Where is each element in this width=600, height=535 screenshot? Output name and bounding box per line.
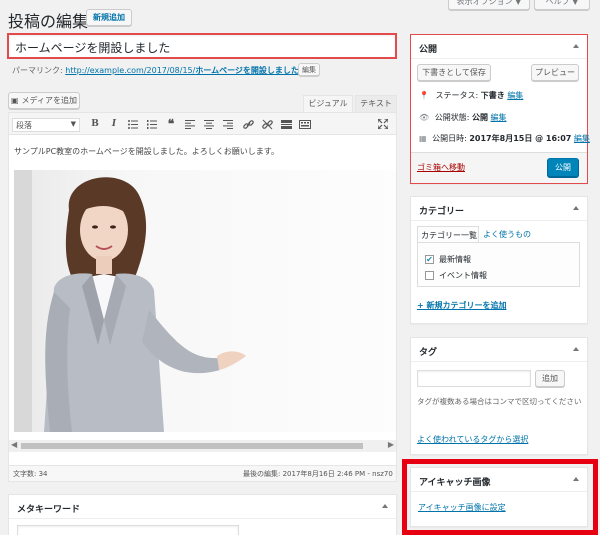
category-label: イベント情報 [439, 271, 487, 280]
align-left-icon[interactable] [183, 117, 197, 131]
editor-horizontal-scrollbar[interactable]: ◀ ▶ [9, 440, 396, 452]
scroll-thumb[interactable] [21, 443, 363, 449]
italic-icon[interactable]: I [107, 117, 121, 131]
meta-keywords-title[interactable]: メタキーワード [9, 495, 396, 519]
bullet-list-icon[interactable] [126, 117, 140, 131]
categories-title[interactable]: カテゴリー [411, 197, 587, 221]
date-value: 2017年8月15日 @ 16:07 [469, 134, 572, 143]
category-item[interactable]: イベント情報 [425, 270, 487, 281]
bold-icon[interactable]: B [88, 117, 102, 131]
collapse-icon[interactable] [382, 504, 388, 508]
preview-button[interactable]: プレビュー [531, 64, 579, 81]
meta-keywords-box: メタキーワード [8, 494, 397, 535]
category-label: 最新情報 [439, 255, 471, 264]
status-label: ステータス: [435, 91, 479, 100]
tab-text[interactable]: テキスト [355, 95, 397, 112]
media-icon: ▣ [10, 96, 19, 105]
add-media-label: メディアを追加 [21, 96, 77, 105]
collapse-icon[interactable] [573, 347, 579, 351]
align-center-icon[interactable] [202, 117, 216, 131]
category-tab-popular[interactable]: よく使うもの [483, 229, 531, 240]
featured-image-box: アイキャッチ画像 アイキャッチ画像に設定 [410, 467, 588, 527]
checkbox-unchecked[interactable] [425, 271, 434, 280]
featured-image-title[interactable]: アイキャッチ画像 [411, 468, 587, 492]
tags-title[interactable]: タグ [411, 338, 587, 362]
save-draft-button[interactable]: 下書きとして保存 [417, 64, 491, 81]
last-edited: 最後の編集: 2017年8月16日 2:46 PM - nsz70 [243, 470, 393, 478]
scroll-left-icon[interactable]: ◀ [11, 440, 17, 449]
add-tag-button[interactable]: 追加 [535, 370, 565, 387]
visibility-edit-link[interactable]: 編集 [491, 113, 507, 122]
date-edit-link[interactable]: 編集 [574, 134, 590, 143]
status-row: 📍 ステータス: 下書き 編集 [419, 90, 523, 101]
publish-title[interactable]: 公開 [411, 35, 587, 59]
collapse-icon[interactable] [573, 206, 579, 210]
format-select-value: 段落 [16, 121, 32, 130]
unlink-icon[interactable] [260, 117, 274, 131]
format-select[interactable]: 段落 ▼ [12, 118, 80, 132]
eye-icon: 👁 [419, 113, 430, 122]
permalink-label: パーマリンク: [12, 66, 63, 75]
align-right-icon[interactable] [221, 117, 235, 131]
tag-input[interactable] [417, 370, 531, 387]
collapse-icon[interactable] [573, 477, 579, 481]
status-value: 下書き [480, 91, 505, 100]
move-to-trash-link[interactable]: ゴミ箱へ移動 [417, 162, 465, 173]
collapse-icon[interactable] [573, 44, 579, 48]
page-title: 投稿の編集 [8, 12, 89, 31]
post-title-input[interactable]: ホームページを開設しました [7, 33, 397, 59]
blockquote-icon[interactable]: ❝ [164, 117, 178, 131]
date-label: 公開日時: [432, 134, 467, 143]
tab-visual[interactable]: ビジュアル [303, 95, 353, 112]
visibility-label: 公開状態: [434, 113, 470, 122]
meta-keywords-input[interactable] [17, 525, 239, 535]
post-image[interactable] [14, 170, 396, 432]
chevron-down-icon: ▼ [70, 120, 76, 128]
status-edit-link[interactable]: 編集 [507, 91, 523, 100]
category-tab-all[interactable]: カテゴリー一覧 [417, 226, 479, 243]
visibility-value: 公開 [471, 113, 488, 122]
toolbar-toggle-icon[interactable] [298, 117, 312, 131]
add-new-category-link[interactable]: + 新規カテゴリーを追加 [417, 300, 507, 311]
word-count: 文字数: 34 [13, 470, 48, 478]
pin-icon: 📍 [419, 91, 429, 100]
checkbox-checked[interactable]: ✔ [425, 255, 434, 264]
tags-hint: タグが複数ある場合はコンマで区切ってください [417, 397, 582, 406]
calendar-icon: ▦ [419, 134, 427, 143]
fullscreen-icon[interactable] [376, 117, 390, 131]
editor-body-text[interactable]: サンプルPC教室のホームページを開設しました。よろしくお願いします。 [14, 146, 279, 157]
read-more-icon[interactable] [279, 117, 293, 131]
add-media-button[interactable]: ▣ メディアを追加 [8, 92, 80, 109]
permalink-url[interactable]: http://example.com/2017/08/15/ホームページを開設し… [65, 66, 302, 75]
permalink-edit-button[interactable]: 編集 [298, 63, 320, 76]
add-new-post-button[interactable]: 新規追加 [86, 9, 132, 26]
numbered-list-icon[interactable] [145, 117, 159, 131]
help-button[interactable]: ヘルプ ▼ [534, 0, 590, 10]
publish-button[interactable]: 公開 [547, 158, 579, 177]
date-row: ▦ 公開日時: 2017年8月15日 @ 16:07 編集 [419, 133, 590, 144]
scroll-right-icon[interactable]: ▶ [388, 440, 394, 449]
category-item[interactable]: ✔ 最新情報 [425, 254, 471, 265]
choose-popular-tags-link[interactable]: よく使われているタグから選択 [417, 434, 528, 445]
woman-presenting-image [14, 170, 396, 432]
screen-options-button[interactable]: 表示オプション ▼ [448, 0, 530, 10]
visibility-row: 👁 公開状態: 公開 編集 [419, 112, 507, 123]
post-title-text: ホームページを開設しました [15, 41, 171, 55]
permalink-row: パーマリンク: http://example.com/2017/08/15/ホー… [12, 65, 302, 76]
link-icon[interactable] [241, 117, 255, 131]
set-featured-image-link[interactable]: アイキャッチ画像に設定 [418, 502, 506, 513]
